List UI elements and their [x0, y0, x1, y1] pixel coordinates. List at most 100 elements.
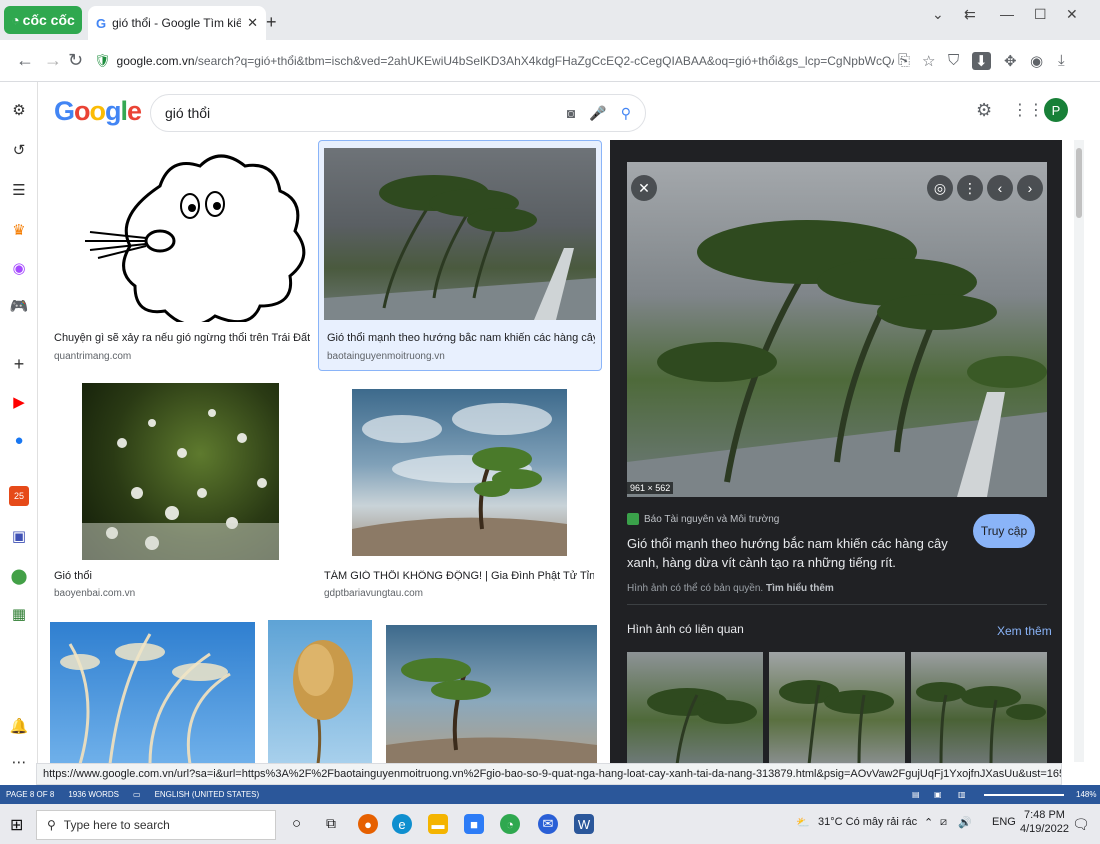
cortana-icon[interactable]: ○	[292, 815, 301, 832]
coccoc-taskbar-icon[interactable]: ◔	[500, 814, 520, 834]
lens-search-icon[interactable]: ◎	[927, 175, 953, 201]
preview-image[interactable]	[627, 162, 1047, 497]
result-image-3[interactable]	[82, 383, 279, 560]
read-mode-icon[interactable]: ▤	[912, 790, 920, 799]
weather-text[interactable]: 31°C Có mây rải rác	[818, 816, 917, 828]
edge-icon[interactable]: e	[392, 814, 412, 834]
close-window-button[interactable]: ✕	[1066, 6, 1078, 23]
notification-bell-icon[interactable]: 🔔	[9, 716, 29, 736]
share-icon[interactable]: ⎘	[898, 52, 910, 69]
google-settings-icon[interactable]: ⚙	[976, 100, 992, 121]
notification-center-icon[interactable]: 🗨	[1072, 816, 1090, 833]
windows-start-icon[interactable]: ⊞	[10, 815, 23, 835]
task-view-icon[interactable]: ⧉	[326, 815, 336, 832]
result-image-7[interactable]	[386, 625, 597, 764]
add-sidebar-app-icon[interactable]: +	[9, 354, 29, 374]
apps-grid-icon[interactable]: ⋮⋮	[1012, 100, 1044, 120]
firefox-icon[interactable]: ●	[358, 814, 378, 834]
camera-search-icon[interactable]: ◙	[567, 105, 575, 121]
zoom-slider[interactable]	[984, 794, 1064, 796]
result-source-3[interactable]: baoyenbai.com.vn	[54, 588, 135, 599]
spreadsheet-icon[interactable]: ▦	[9, 604, 29, 624]
page-scrollbar-thumb[interactable]	[1076, 148, 1082, 218]
volume-icon[interactable]: 🔊	[958, 816, 972, 829]
close-preview-icon[interactable]: ✕	[631, 175, 657, 201]
youtube-icon[interactable]: ▶	[9, 392, 29, 412]
preview-title[interactable]: Gió thổi mạnh theo hướng bắc nam khiến c…	[627, 534, 967, 572]
address-bar[interactable]: 🛡 google.com.vn/search?q=gió+thổi&tbm=is…	[94, 47, 894, 75]
messenger-icon[interactable]: ◉	[9, 258, 29, 278]
proofing-icon[interactable]: ▭	[133, 790, 141, 799]
tab-search-icon[interactable]: ⌄	[932, 6, 944, 23]
account-avatar[interactable]: P	[1044, 98, 1068, 122]
result-image-6[interactable]	[268, 620, 372, 764]
forward-arrow-icon[interactable]: →	[44, 50, 62, 71]
related-image-3[interactable]	[911, 652, 1047, 766]
visit-button[interactable]: Truy cập	[973, 514, 1035, 548]
related-image-2[interactable]	[769, 652, 905, 766]
weather-icon[interactable]: ⛅	[796, 816, 810, 829]
reload-icon[interactable]: ↻	[68, 50, 83, 71]
result-source-1[interactable]: quantrimang.com	[54, 351, 131, 362]
search-box[interactable]: gió thổi ◙ 🎤 ⚲	[150, 94, 646, 132]
downloads-icon[interactable]: ⤓	[1058, 52, 1065, 69]
maximize-button[interactable]: ☐	[1034, 6, 1047, 23]
taskbar-search-box[interactable]: ⚲ Type here to search	[36, 810, 276, 840]
input-language[interactable]: ENG	[992, 816, 1016, 828]
download-badge-icon[interactable]: ⬇	[972, 52, 991, 70]
profile-icon[interactable]: ◉	[1030, 52, 1043, 70]
result-caption-3[interactable]: Gió thổi	[54, 570, 92, 582]
result-caption-4[interactable]: TÁM GIÓ THỔI KHÔNG ĐỘNG! | Gia Đình Phật…	[324, 570, 594, 582]
facebook-icon[interactable]: ●	[9, 430, 29, 450]
coccoc-brand-button[interactable]: ◔ cốc cốc	[4, 6, 82, 34]
next-image-icon[interactable]: ›	[1017, 175, 1043, 201]
zoom-level[interactable]: 148%	[1076, 790, 1096, 799]
crown-icon[interactable]: ♛	[9, 220, 29, 240]
history-icon[interactable]: ↺	[9, 140, 29, 160]
back-arrow-icon[interactable]: ←	[16, 50, 34, 71]
shield-icon[interactable]: ⛉	[948, 52, 959, 69]
word-count[interactable]: 1936 WORDS	[68, 790, 119, 799]
clock[interactable]: 7:48 PM 4/19/2022	[1020, 808, 1069, 836]
minimize-button[interactable]: —	[1000, 6, 1014, 22]
location-icon[interactable]: ⬤	[9, 566, 29, 586]
google-logo[interactable]: Google	[54, 96, 142, 127]
game-icon[interactable]: 🎮	[9, 296, 29, 316]
more-options-icon[interactable]: ⋮	[957, 175, 983, 201]
page-scrollbar-track[interactable]	[1074, 140, 1084, 762]
source-name[interactable]: Báo Tài nguyên và Môi trường	[644, 514, 779, 525]
settings-gear-icon[interactable]: ⚙	[9, 100, 29, 120]
result-image-2[interactable]	[324, 148, 596, 320]
result-caption-1[interactable]: Chuyện gì sẽ xảy ra nếu gió ngừng thổi t…	[54, 332, 310, 344]
previous-image-icon[interactable]: ‹	[987, 175, 1013, 201]
language-status[interactable]: ENGLISH (UNITED STATES)	[155, 790, 260, 799]
print-layout-icon[interactable]: ▣	[934, 790, 942, 799]
new-tab-button[interactable]: +	[266, 12, 277, 33]
search-icon[interactable]: ⚲	[621, 105, 631, 122]
related-image-1[interactable]	[627, 652, 763, 766]
word-icon[interactable]: W	[574, 814, 594, 834]
file-explorer-icon[interactable]: ▬	[428, 814, 448, 834]
extensions-puzzle-icon[interactable]: ✥	[1004, 52, 1017, 70]
zoom-app-icon[interactable]: ■	[464, 814, 484, 834]
learn-more-link[interactable]: Tìm hiểu thêm	[766, 583, 834, 594]
page-count[interactable]: PAGE 8 OF 8	[6, 790, 54, 799]
see-more-link[interactable]: Xem thêm	[997, 624, 1052, 638]
bookmark-star-icon[interactable]: ☆	[922, 52, 935, 70]
result-caption-2[interactable]: Gió thổi mạnh theo hướng bắc nam khiến c…	[327, 332, 595, 344]
microphone-icon[interactable]: 🎤	[589, 105, 606, 122]
result-image-4[interactable]	[352, 389, 567, 556]
tab-close-icon[interactable]: ✕	[247, 15, 258, 31]
search-query[interactable]: gió thổi	[165, 105, 553, 121]
result-source-2[interactable]: baotainguyenmoitruong.vn	[327, 351, 445, 362]
result-source-4[interactable]: gdptbariavungtau.com	[324, 588, 423, 599]
messenger-taskbar-icon[interactable]: ✉	[538, 814, 558, 834]
tray-chevron-icon[interactable]: ⌃	[924, 816, 933, 829]
network-icon[interactable]: ⧄	[940, 816, 947, 829]
reading-list-icon[interactable]: ☰	[9, 180, 29, 200]
browser-tab-active[interactable]: G gió thổi - Google Tìm kiếm ✕	[88, 6, 266, 40]
sidebar-toggle-icon[interactable]: ⇇	[964, 6, 976, 23]
web-layout-icon[interactable]: ▥	[958, 790, 966, 799]
more-icon[interactable]: ⋯	[9, 752, 29, 772]
calendar-icon[interactable]: 25	[9, 486, 29, 506]
